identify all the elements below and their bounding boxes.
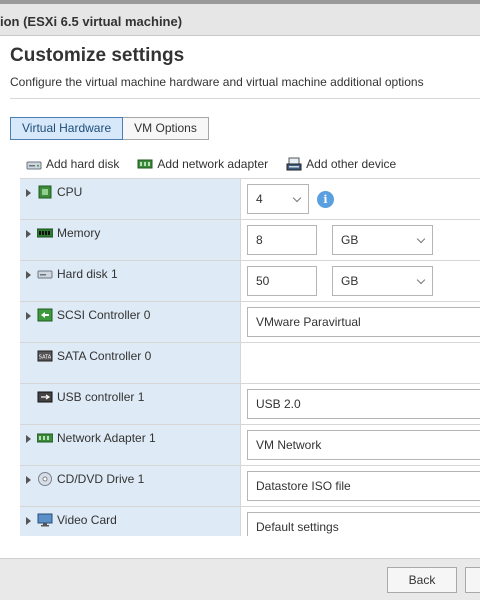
device-label-cell: Video Card: [20, 507, 241, 536]
window-title-bar: ion (ESXi 6.5 virtual machine): [0, 0, 480, 36]
chevron-down-icon: [416, 275, 426, 285]
tab-virtual-hardware[interactable]: Virtual Hardware: [10, 117, 124, 140]
scsi-controller-type-value: VMware Paravirtual: [256, 315, 361, 329]
wizard-footer: Back: [0, 558, 480, 600]
device-value-cell: 8 GB: [241, 220, 480, 260]
device-value-cell: USB 2.0: [241, 384, 480, 424]
cpu-count-select[interactable]: 4: [247, 184, 309, 214]
cpu-count-value: 4: [256, 192, 263, 206]
disk-unit-select[interactable]: GB: [332, 266, 433, 296]
expand-arrow-icon[interactable]: [26, 476, 31, 484]
network-adapter-add-icon: [137, 159, 153, 169]
device-value-cell: [241, 343, 480, 383]
hard-disk-icon: [37, 270, 53, 279]
add-network-adapter-button[interactable]: Add network adapter: [137, 157, 268, 171]
device-label-cell: SATA SATA Controller 0: [20, 343, 241, 383]
device-label-cell: Network Adapter 1: [20, 425, 241, 465]
device-value-cell: Datastore ISO file: [241, 466, 480, 506]
page-description: Configure the virtual machine hardware a…: [10, 75, 424, 89]
cd-dvd-media-value: Datastore ISO file: [256, 479, 351, 493]
scsi-controller-type-select[interactable]: VMware Paravirtual: [247, 307, 480, 337]
device-row-scsi-controller-0: SCSI Controller 0 VMware Paravirtual: [20, 302, 480, 343]
other-device-add-icon: [286, 157, 302, 171]
device-value-cell: VM Network: [241, 425, 480, 465]
add-hard-disk-button[interactable]: Add hard disk: [26, 157, 119, 171]
window-title: ion (ESXi 6.5 virtual machine): [0, 14, 183, 29]
device-value-cell: 50 GB: [241, 261, 480, 301]
page-title: Customize settings: [10, 45, 185, 66]
hard-disk-add-icon: [26, 161, 42, 170]
expand-arrow-icon[interactable]: [26, 517, 31, 525]
network-select[interactable]: VM Network: [247, 430, 480, 460]
hardware-device-list: CPU 4 i Memory 8 GB Hard disk 1 50 GB SC…: [20, 178, 480, 536]
device-label-cell: USB controller 1: [20, 384, 241, 424]
device-row-memory: Memory 8 GB: [20, 220, 480, 261]
device-label: Video Card: [57, 513, 117, 527]
usb-controller-type-select[interactable]: USB 2.0: [247, 389, 480, 419]
device-label: CD/DVD Drive 1: [57, 472, 145, 486]
expand-arrow-icon[interactable]: [26, 435, 31, 443]
device-row-video-card: Video Card Default settings: [20, 507, 480, 536]
svg-text:SATA: SATA: [39, 355, 52, 361]
device-value-cell: Default settings: [241, 507, 480, 536]
disk-size-input[interactable]: 50: [247, 266, 317, 296]
device-label: USB controller 1: [57, 390, 145, 404]
device-label-cell: Hard disk 1: [20, 261, 241, 301]
device-row-network-adapter-1: Network Adapter 1 VM Network: [20, 425, 480, 466]
hardware-toolbar: Add hard disk Add network adapter Add ot…: [26, 155, 414, 173]
tab-vm-options[interactable]: VM Options: [123, 117, 209, 140]
memory-unit-select[interactable]: GB: [332, 225, 433, 255]
cd-dvd-icon: [38, 472, 52, 486]
info-icon[interactable]: i: [317, 191, 334, 208]
settings-tabs: Virtual Hardware VM Options: [10, 117, 209, 140]
device-row-usb-controller-1: USB controller 1 USB 2.0: [20, 384, 480, 425]
usb-controller-type-value: USB 2.0: [256, 397, 301, 411]
expand-arrow-icon[interactable]: [26, 230, 31, 238]
video-card-settings-value: Default settings: [256, 520, 339, 534]
device-label: SATA Controller 0: [57, 349, 152, 363]
device-label-cell: Memory: [20, 220, 241, 260]
device-label: Memory: [57, 226, 101, 240]
device-row-cd-dvd-drive-1: CD/DVD Drive 1 Datastore ISO file: [20, 466, 480, 507]
memory-icon: [37, 228, 53, 238]
device-value-cell: 4 i: [241, 179, 480, 219]
chevron-down-icon: [292, 193, 302, 203]
device-row-sata-controller-0: SATA SATA Controller 0: [20, 343, 480, 384]
add-other-device-button[interactable]: Add other device: [286, 157, 396, 171]
disk-unit-value: GB: [341, 274, 359, 288]
add-network-adapter-label: Add network adapter: [157, 157, 269, 171]
chevron-down-icon: [416, 234, 426, 244]
video-card-icon: [37, 513, 53, 527]
device-label-cell: CPU: [20, 179, 241, 219]
device-label: SCSI Controller 0: [57, 308, 151, 322]
device-label: Network Adapter 1: [57, 431, 156, 445]
device-label-cell: CD/DVD Drive 1: [20, 466, 241, 506]
device-row-hard-disk-1: Hard disk 1 50 GB: [20, 261, 480, 302]
cd-dvd-media-select[interactable]: Datastore ISO file: [247, 471, 480, 501]
expand-arrow-icon[interactable]: [26, 189, 31, 197]
expand-arrow-icon[interactable]: [26, 271, 31, 279]
next-button[interactable]: [465, 567, 480, 593]
device-label: Hard disk 1: [57, 267, 118, 281]
memory-unit-value: GB: [341, 233, 359, 247]
device-label-cell: SCSI Controller 0: [20, 302, 241, 342]
network-value: VM Network: [256, 438, 322, 452]
sata-controller-icon: SATA: [37, 350, 53, 362]
back-button[interactable]: Back: [387, 567, 457, 593]
expand-arrow-icon[interactable]: [26, 312, 31, 320]
device-row-cpu: CPU 4 i: [20, 179, 480, 220]
add-other-device-label: Add other device: [306, 157, 397, 171]
video-card-settings-select[interactable]: Default settings: [247, 512, 480, 536]
device-label: CPU: [57, 185, 83, 199]
memory-size-input[interactable]: 8: [247, 225, 317, 255]
usb-controller-icon: [37, 391, 53, 403]
network-adapter-icon: [37, 433, 53, 443]
add-hard-disk-label: Add hard disk: [46, 157, 120, 171]
header-divider: [10, 98, 480, 99]
device-value-cell: VMware Paravirtual: [241, 302, 480, 342]
cpu-icon: [38, 185, 52, 199]
scsi-controller-icon: [37, 308, 53, 322]
